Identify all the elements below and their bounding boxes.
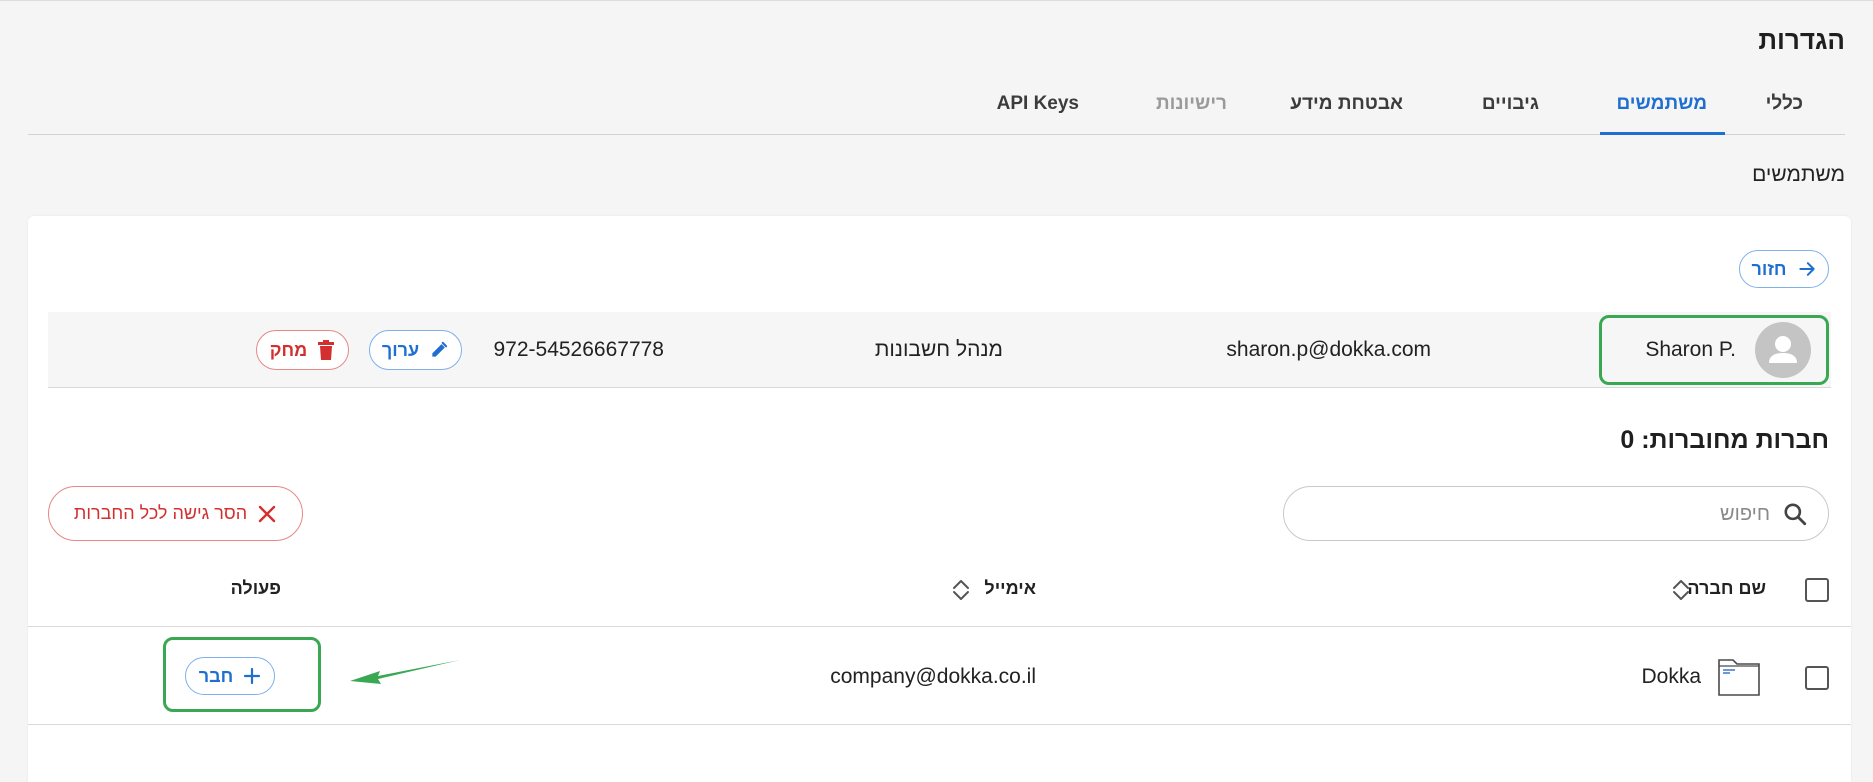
trash-icon <box>318 340 335 360</box>
search-box[interactable] <box>1283 486 1829 541</box>
person-icon <box>1769 336 1797 363</box>
tab-backups[interactable]: גיבויים <box>1482 93 1539 115</box>
table-row-divider <box>28 724 1851 725</box>
company-name: Dokka <box>1641 665 1701 688</box>
plus-icon <box>244 667 261 685</box>
connected-companies-heading: חברות מחוברות: 0 <box>1620 426 1829 455</box>
arrow-right-icon <box>1798 262 1815 276</box>
page-title: הגדרות <box>1758 25 1845 55</box>
avatar <box>1755 322 1811 378</box>
column-company-name-label: שם חברה <box>1687 578 1766 598</box>
edit-button[interactable]: ערוך <box>369 330 462 370</box>
select-all-checkbox[interactable] <box>1805 578 1829 602</box>
close-icon <box>258 505 276 522</box>
folder-icon <box>1718 659 1760 696</box>
remove-all-access-label: הסר גישה לכל החברות <box>73 503 248 523</box>
user-row: Sharon P. sharon.p@dokka.com מנהל חשבונו… <box>48 312 1831 388</box>
user-phone: 972-54526667778 <box>493 338 664 361</box>
column-email-label: אימייל <box>984 578 1036 598</box>
user-email: sharon.p@dokka.com <box>1226 338 1431 361</box>
delete-button-label: מחק <box>269 339 308 360</box>
back-button-label: חזור <box>1751 258 1787 279</box>
search-input[interactable] <box>1304 497 1770 531</box>
section-label: משתמשים <box>1752 163 1845 186</box>
column-header-email[interactable]: אימייל <box>984 578 1036 599</box>
tab-api-keys[interactable]: API Keys <box>997 93 1079 115</box>
tab-security[interactable]: אבטחת מידע <box>1290 93 1403 115</box>
user-name: Sharon P. <box>1645 338 1736 361</box>
edit-button-label: ערוך <box>381 339 420 360</box>
delete-button[interactable]: מחק <box>256 330 349 370</box>
search-icon <box>1784 503 1807 526</box>
tab-licenses[interactable]: רישיונות <box>1156 93 1227 115</box>
pencil-icon <box>432 341 448 357</box>
tab-bar: כללי משתמשים גיבויים אבטחת מידע רישיונות… <box>28 83 1845 135</box>
active-tab-indicator <box>1600 132 1725 135</box>
column-header-action: פעולה <box>230 578 281 598</box>
company-email: company@dokka.co.il <box>830 665 1036 688</box>
connected-companies-count: 0 <box>1620 426 1635 454</box>
column-header-company-name[interactable]: שם חברה <box>1687 578 1766 599</box>
connect-button[interactable]: חבר <box>185 657 275 695</box>
sort-icon[interactable] <box>951 577 971 603</box>
tab-general[interactable]: כללי <box>1766 93 1803 115</box>
tab-users[interactable]: משתמשים <box>1617 93 1708 115</box>
connect-button-label: חבר <box>198 665 234 686</box>
back-button[interactable]: חזור <box>1739 250 1829 288</box>
user-detail-card: חזור Sharon P. sharon.p@dokka.com מנהל ח… <box>28 216 1851 782</box>
table-header-divider <box>28 626 1851 627</box>
user-role: מנהל חשבונות <box>874 338 1003 361</box>
remove-all-access-button[interactable]: הסר גישה לכל החברות <box>48 486 303 541</box>
annotation-arrow <box>350 660 460 684</box>
row-checkbox[interactable] <box>1805 666 1829 690</box>
sort-icon[interactable] <box>1671 577 1691 603</box>
connected-companies-label: חברות מחוברות: <box>1641 426 1829 454</box>
